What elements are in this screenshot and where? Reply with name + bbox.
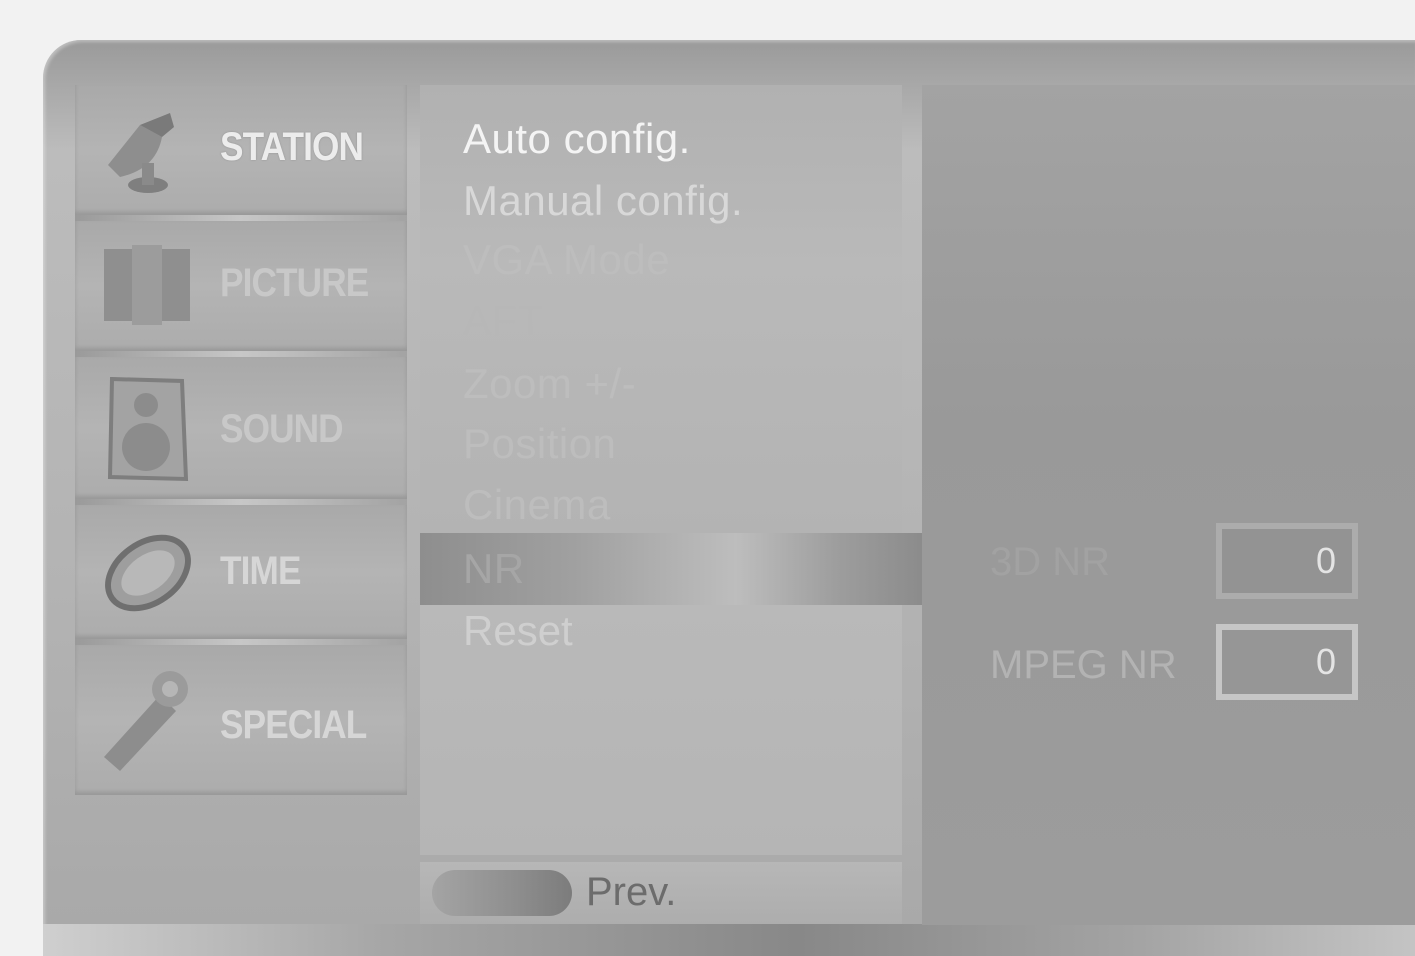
speaker-icon (100, 375, 194, 490)
category-label: SPECIAL (220, 703, 367, 747)
category-label: TIME (220, 549, 301, 593)
category-sound[interactable]: SOUND (75, 357, 407, 499)
submenu-item-reset[interactable]: Reset (463, 607, 573, 655)
prev-label: Prev. (586, 870, 677, 914)
category-station[interactable]: STATION (75, 85, 407, 215)
category-time[interactable]: TIME (75, 505, 407, 639)
submenu-panel: Auto config. Manual config. VGA Mode AFT… (420, 85, 902, 533)
submenu-item-cinema: Cinema (463, 481, 611, 528)
submenu-item-aft: AFT (463, 297, 544, 344)
submenu-panel-lower: Reset (420, 605, 902, 855)
footer-bar: Prev. (420, 862, 902, 924)
setting-value-3d-nr[interactable]: 0 (1216, 523, 1358, 599)
osd-frame-bottom (43, 924, 1415, 956)
special-key-icon (100, 665, 196, 780)
clock-icon (100, 525, 196, 626)
prev-button[interactable] (432, 870, 572, 916)
submenu-item-position: Position (463, 420, 617, 467)
setting-label-3d-nr: 3D NR (990, 540, 1111, 584)
category-label: STATION (220, 125, 364, 169)
setting-label-mpeg-nr: MPEG NR (990, 643, 1177, 687)
submenu-item-nr-selected[interactable]: NR (420, 533, 930, 605)
settings-panel (922, 85, 1415, 925)
satellite-dish-icon (100, 107, 190, 202)
submenu-item-nr-label: NR (463, 545, 525, 592)
submenu-item-zoom: Zoom +/- (463, 360, 637, 407)
submenu-item-auto-config[interactable]: Auto config. (463, 115, 691, 163)
category-special[interactable]: SPECIAL (75, 645, 407, 795)
setting-value-mpeg-nr[interactable]: 0 (1216, 624, 1358, 700)
category-picture[interactable]: PICTURE (75, 221, 407, 351)
submenu-item-manual-config[interactable]: Manual config. (463, 177, 743, 225)
submenu-item-vga-mode: VGA Mode (463, 236, 671, 283)
category-label: PICTURE (220, 261, 369, 305)
picture-icon (100, 243, 194, 332)
category-label: SOUND (220, 407, 344, 451)
